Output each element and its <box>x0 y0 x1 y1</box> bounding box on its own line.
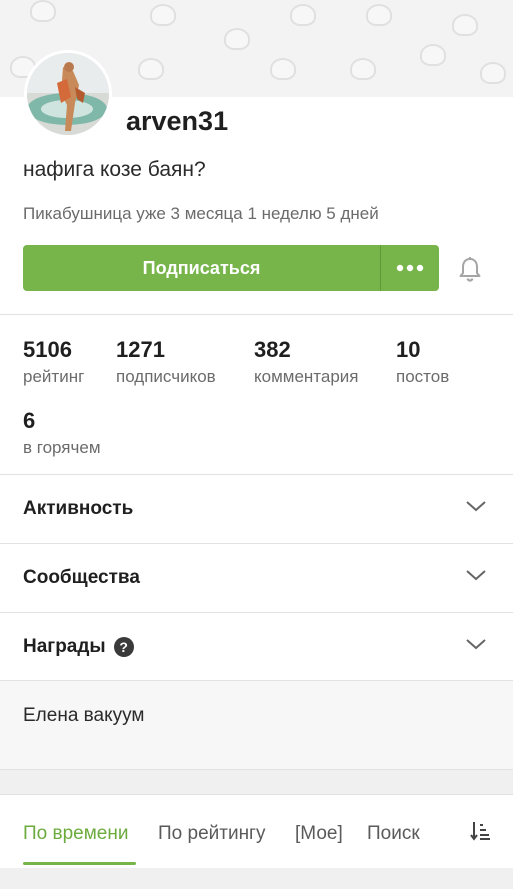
sort-icon <box>470 822 490 841</box>
section-title: Активность <box>23 498 134 519</box>
help-icon[interactable]: ? <box>113 637 134 657</box>
stat-hot[interactable]: 6 в горячем <box>23 408 101 458</box>
banner-pattern-icon <box>224 28 250 50</box>
section-title: Сообщества <box>23 567 140 588</box>
chevron-down-icon <box>466 570 486 581</box>
sort-button[interactable] <box>470 820 492 847</box>
banner-pattern-icon <box>366 4 392 26</box>
divider <box>0 769 513 770</box>
stat-label: рейтинг <box>23 367 85 386</box>
banner-pattern-icon <box>350 58 376 80</box>
tab-mine[interactable]: [Мое] <box>295 823 343 845</box>
banner-pattern-icon <box>480 62 506 84</box>
stat-value: 5106 <box>23 337 72 362</box>
section-activity[interactable]: Активность <box>0 475 513 543</box>
tab-search[interactable]: Поиск <box>367 823 420 845</box>
stat-label: комментария <box>254 367 359 386</box>
stat-value: 10 <box>396 337 421 362</box>
subscribe-button[interactable]: Подписаться <box>23 245 380 291</box>
section-communities[interactable]: Сообщества <box>0 544 513 612</box>
stat-label: в горячем <box>23 438 101 457</box>
username[interactable]: arven31 <box>126 106 228 137</box>
section-awards[interactable]: Награды ? <box>0 613 513 681</box>
chevron-down-icon <box>466 501 486 512</box>
profile-status: нафига козе баян? <box>23 158 206 181</box>
tab-by-rating[interactable]: По рейтингу <box>158 823 266 845</box>
stat-label: постов <box>396 367 450 386</box>
about-text: Елена вакуум <box>23 705 145 726</box>
post-tabs: По времени По рейтингу [Мое] Поиск <box>0 794 513 868</box>
more-dots-icon <box>396 264 424 272</box>
stat-value: 382 <box>254 337 291 362</box>
bell-icon <box>459 257 481 282</box>
stat-subscribers[interactable]: 1271 подписчиков <box>116 337 216 387</box>
stat-value: 1271 <box>116 337 165 362</box>
chevron-down-icon <box>466 639 486 650</box>
avatar[interactable] <box>24 50 112 138</box>
about-section: Елена вакуум <box>0 681 513 769</box>
banner-pattern-icon <box>30 0 56 22</box>
membership-duration: Пикабушница уже 3 месяца 1 неделю 5 дней <box>23 204 379 223</box>
section-title: Награды <box>23 636 106 657</box>
avatar-image <box>27 53 109 135</box>
banner-pattern-icon <box>270 58 296 80</box>
stat-rating: 5106 рейтинг <box>23 337 84 387</box>
banner-pattern-icon <box>138 58 164 80</box>
notification-bell-button[interactable] <box>456 255 484 283</box>
banner-pattern-icon <box>420 44 446 66</box>
stat-value: 6 <box>23 408 36 433</box>
subscribe-button-group: Подписаться <box>23 245 439 291</box>
active-tab-indicator <box>23 862 136 865</box>
stat-label: подписчиков <box>116 367 216 386</box>
tab-by-time[interactable]: По времени <box>23 823 128 845</box>
divider <box>0 314 513 315</box>
banner-pattern-icon <box>150 4 176 26</box>
stat-posts[interactable]: 10 постов <box>396 337 449 387</box>
more-button[interactable] <box>381 245 439 291</box>
stat-comments[interactable]: 382 комментария <box>254 337 359 387</box>
banner-pattern-icon <box>290 4 316 26</box>
banner-pattern-icon <box>452 14 478 36</box>
